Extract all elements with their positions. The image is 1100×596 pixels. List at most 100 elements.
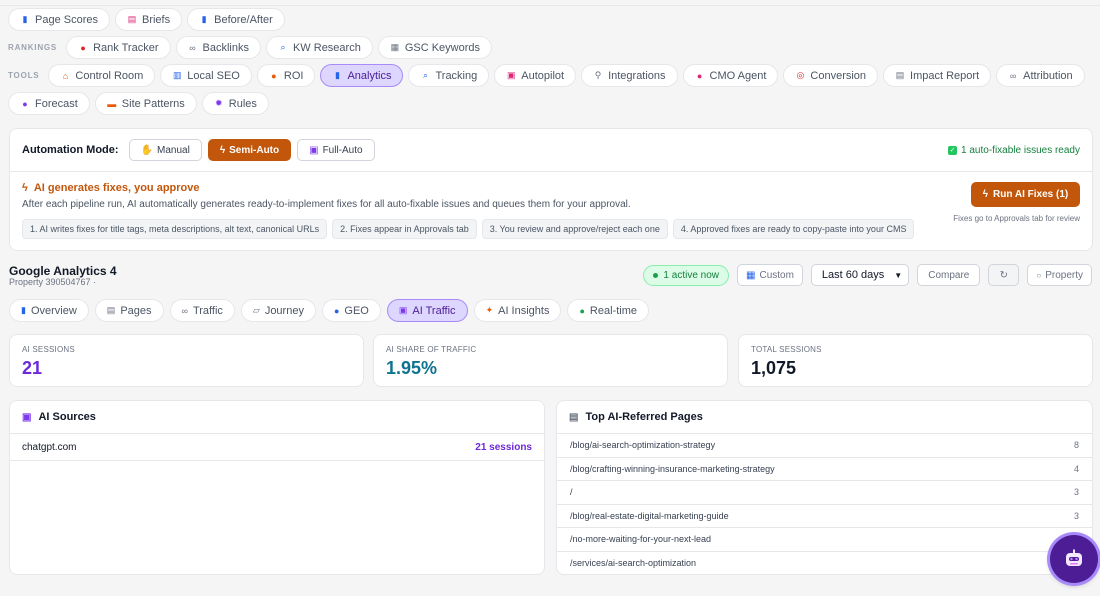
- hand-icon: ✋: [140, 144, 153, 156]
- run-fixes-note: Fixes go to Approvals tab for review: [953, 214, 1080, 223]
- nav-conversion[interactable]: ◎ Conversion: [783, 64, 879, 87]
- stat-label: AI SHARE OF TRAFFIC: [386, 345, 477, 354]
- page-count: 3: [1073, 510, 1079, 521]
- nav-attribution[interactable]: ∞ Attribution: [996, 64, 1085, 87]
- automation-heading: ϟ AI generates fixes, you approve: [22, 182, 200, 194]
- plug-icon: ⚲: [594, 70, 602, 80]
- nav-integrations[interactable]: ⚲ Integrations: [581, 64, 678, 87]
- property-button[interactable]: ○ Property: [1027, 264, 1092, 286]
- robot-icon: ▣: [309, 144, 319, 156]
- nav-cmo-agent[interactable]: ● CMO Agent: [682, 64, 779, 87]
- mode-manual-button[interactable]: ✋ Manual: [128, 139, 202, 161]
- page-title: Google Analytics 4: [9, 264, 117, 278]
- source-count: 21 sessions: [475, 441, 532, 453]
- automation-steps: 1. AI writes fixes for title tags, meta …: [22, 219, 1080, 239]
- folder-icon: ▬: [107, 98, 117, 109]
- calendar-icon: ▦: [746, 269, 756, 281]
- list-item[interactable]: chatgpt.com 21 sessions: [10, 434, 544, 461]
- building-icon: ▥: [173, 70, 182, 80]
- nav-gsc-keywords[interactable]: ▦ GSC Keywords: [377, 36, 493, 59]
- nav-before-after[interactable]: ▮ Before/After: [187, 8, 285, 31]
- top-pages-card: ▤ Top AI-Referred Pages /blog/ai-search-o…: [556, 400, 1093, 575]
- nav-analytics[interactable]: ▮ Analytics: [320, 64, 404, 87]
- refresh-icon: ↻: [999, 269, 1009, 281]
- chart-icon: ▦: [390, 42, 400, 52]
- nav-row-rankings: RANKINGS ● Rank Tracker ∞ Backlinks ⌕ KW Re…: [8, 36, 493, 59]
- date-range-select[interactable]: Last 60 days ▼: [810, 264, 910, 286]
- globe-icon: ●: [333, 305, 340, 316]
- sparkle-icon: ✦: [485, 305, 494, 315]
- robot-icon: ▣: [398, 305, 408, 315]
- property-id: Property 390504767 ·: [9, 277, 97, 287]
- table-row[interactable]: /blog/crafting-winning-insurance-marketi…: [557, 458, 1092, 481]
- nav-site-patterns[interactable]: ▬ Site Patterns: [94, 92, 197, 115]
- tab-pages[interactable]: ▤ Pages: [94, 299, 164, 322]
- nav-impact-report[interactable]: ▤ Impact Report: [883, 64, 992, 87]
- table-row[interactable]: /blog/real-estate-digital-marketing-guid…: [557, 505, 1092, 528]
- nav-backlinks[interactable]: ∞ Backlinks: [175, 36, 261, 59]
- chevron-down-icon: ▼: [894, 270, 903, 280]
- nav-row-tools: TOOLS ⌂ Control Room ▥ Local SEO ● ROI ▮ Ana…: [8, 64, 1085, 87]
- table-row[interactable]: /services/ai-search-optimization: [557, 552, 1092, 575]
- magnifier-icon: ⌕: [280, 42, 286, 52]
- brain-icon: ●: [696, 70, 703, 81]
- target-icon: ◎: [796, 70, 805, 80]
- automation-step: 1. AI writes fixes for title tags, meta …: [22, 219, 328, 239]
- green-dot-icon: ●: [579, 305, 585, 316]
- link-icon: ∞: [181, 305, 188, 316]
- nav-rules[interactable]: ✹ Rules: [201, 92, 269, 115]
- stat-value: 1,075: [751, 358, 797, 378]
- assistant-fab-button[interactable]: [1050, 535, 1098, 583]
- document-icon: ▤: [127, 14, 137, 24]
- tab-ai-traffic[interactable]: ▣ AI Traffic: [386, 299, 468, 322]
- nav-roi[interactable]: ● ROI: [256, 64, 316, 87]
- mode-semi-auto-button[interactable]: ϟ Semi-Auto: [207, 139, 292, 161]
- tab-geo[interactable]: ● GEO: [321, 299, 381, 322]
- automation-description: After each pipeline run, AI automaticall…: [22, 199, 631, 210]
- nav-kw-research[interactable]: ⌕ KW Research: [265, 36, 373, 59]
- nav-tracking[interactable]: ⌕ Tracking: [408, 64, 490, 87]
- nav-page-scores[interactable]: ▮ Page Scores: [8, 8, 110, 31]
- top-divider: [0, 5, 1100, 6]
- home-icon: ⌂: [62, 70, 69, 81]
- nav-briefs[interactable]: ▤ Briefs: [114, 8, 183, 31]
- page-count: 4: [1073, 463, 1079, 474]
- nav-rank-tracker[interactable]: ● Rank Tracker: [66, 36, 171, 59]
- nav-row-reports: ▮ Page Scores ▤ Briefs ▮ Before/After: [8, 8, 285, 31]
- page-count: 3: [1073, 487, 1079, 498]
- top-pages-header: ▤ Top AI-Referred Pages: [557, 401, 1092, 434]
- stat-label: TOTAL SESSIONS: [751, 345, 822, 354]
- nav-autopilot[interactable]: ▣ Autopilot: [494, 64, 577, 87]
- refresh-button[interactable]: ↻: [988, 264, 1020, 286]
- table-row[interactable]: /no-more-waiting-for-your-next-lead: [557, 528, 1092, 552]
- live-dot-icon: [653, 272, 659, 278]
- tab-traffic[interactable]: ∞ Traffic: [169, 299, 235, 322]
- document-icon: ▤: [569, 411, 579, 423]
- page-path: /: [570, 487, 573, 498]
- nav-control-room[interactable]: ⌂ Control Room: [48, 64, 156, 87]
- mode-full-auto-button[interactable]: ▣ Full-Auto: [297, 139, 375, 161]
- nav-forecast[interactable]: ● Forecast: [8, 92, 90, 115]
- nav-local-seo[interactable]: ▥ Local SEO: [160, 64, 252, 87]
- stat-card-ai-sessions: AI SESSIONS 21: [9, 334, 364, 387]
- custom-range-button[interactable]: ▦ Custom: [737, 264, 803, 286]
- tab-ai-insights[interactable]: ✦ AI Insights: [473, 299, 562, 322]
- report-icon: ▤: [895, 70, 905, 80]
- tab-overview[interactable]: ▮ Overview: [9, 299, 89, 322]
- active-now-badge: 1 active now: [643, 264, 730, 286]
- table-row[interactable]: /blog/ai-search-optimization-strategy 8: [557, 434, 1092, 458]
- compare-button[interactable]: Compare: [917, 264, 981, 286]
- run-ai-fixes-button[interactable]: ϟ Run AI Fixes (1): [971, 182, 1080, 207]
- tab-journey[interactable]: ▱ Journey: [240, 299, 316, 322]
- analytics-tabs: ▮ Overview ▤ Pages ∞ Traffic ▱ Journey ● GEO …: [9, 299, 649, 322]
- nav-row-extra: ● Forecast ▬ Site Patterns ✹ Rules: [8, 92, 269, 115]
- automation-mode-bar: Automation Mode: ✋ Manual ϟ Semi-Auto ▣ Ful…: [10, 129, 1092, 172]
- automation-card: Automation Mode: ✋ Manual ϟ Semi-Auto ▣ Ful…: [9, 128, 1093, 251]
- tab-real-time[interactable]: ● Real-time: [567, 299, 649, 322]
- robot-icon: [1066, 549, 1082, 566]
- lightning-icon: ϟ: [219, 144, 226, 156]
- table-row[interactable]: /3: [557, 481, 1092, 505]
- bar-chart-icon: ▮: [22, 14, 28, 24]
- rankings-section-label: RANKINGS: [8, 43, 58, 52]
- page-path: /services/ai-search-optimization: [570, 558, 697, 569]
